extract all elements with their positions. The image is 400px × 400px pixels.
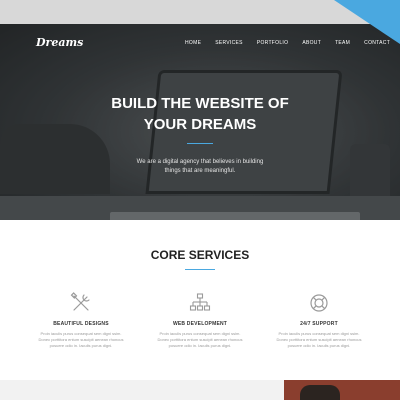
- service-desc-line: Proin iaculis purus consequat sem digni …: [40, 331, 122, 336]
- hero-subtitle-line: things that are meaningful.: [164, 168, 236, 174]
- service-description: Proin iaculis purus consequat sem digni …: [26, 331, 136, 349]
- nav-item-services[interactable]: SERVICES: [215, 40, 243, 46]
- lifebuoy-icon: [310, 294, 328, 312]
- service-title: 24/7 SUPPORT: [300, 321, 338, 327]
- sitemap-icon: [189, 293, 211, 311]
- nav-item-about[interactable]: ABOUT: [302, 40, 321, 46]
- services-divider: [185, 269, 215, 270]
- tools-icon: [70, 292, 90, 311]
- service-card-designs: BEAUTIFUL DESIGNS Proin iaculis purus co…: [26, 292, 136, 349]
- service-desc-line: posuere odio in. Iaculis purus digni.: [168, 343, 232, 348]
- next-section-image-detail: [300, 385, 340, 400]
- corner-ribbon: [334, 0, 400, 44]
- site-logo[interactable]: Dreams: [36, 36, 83, 49]
- service-desc-line: Donec porttitora entum suscipit aenean r…: [157, 337, 243, 342]
- hero-subtitle-line: We are a digital agency that believes in…: [136, 159, 264, 165]
- service-card-development: WEB DEVELOPMENT Proin iaculis purus cons…: [145, 292, 255, 349]
- service-description: Proin iaculis purus consequat sem digni …: [264, 331, 374, 349]
- service-desc-line: Proin iaculis purus consequat sem digni …: [159, 331, 241, 336]
- service-desc-line: posuere odio in. Iaculis purus digni.: [49, 343, 113, 348]
- service-title: WEB DEVELOPMENT: [172, 321, 228, 327]
- service-desc-line: Donec porttitora entum suscipit aenean r…: [38, 337, 124, 342]
- service-title: BEAUTIFUL DESIGNS: [53, 321, 109, 327]
- nav-item-home[interactable]: HOME: [185, 40, 201, 46]
- hero-title: BUILD THE WEBSITE OF YOUR DREAMS: [0, 93, 400, 135]
- services-title: CORE SERVICES: [150, 248, 250, 262]
- hero-title-line: YOUR DREAMS: [143, 116, 257, 133]
- hero-divider: [187, 143, 213, 144]
- service-desc-line: posuere odio in. Iaculis purus digni.: [287, 343, 351, 348]
- service-desc-line: Proin iaculis purus consequat sem digni …: [278, 331, 360, 336]
- service-card-support: 24/7 SUPPORT Proin iaculis purus consequ…: [264, 292, 374, 349]
- hero-title-line: BUILD THE WEBSITE OF: [111, 95, 289, 112]
- hero-subtitle: We are a digital agency that believes in…: [120, 158, 280, 176]
- nav-item-portfolio[interactable]: PORTFOLIO: [257, 40, 289, 46]
- service-desc-line: Donec porttitora entum suscipit aenean r…: [276, 337, 362, 342]
- service-description: Proin iaculis purus consequat sem digni …: [145, 331, 255, 349]
